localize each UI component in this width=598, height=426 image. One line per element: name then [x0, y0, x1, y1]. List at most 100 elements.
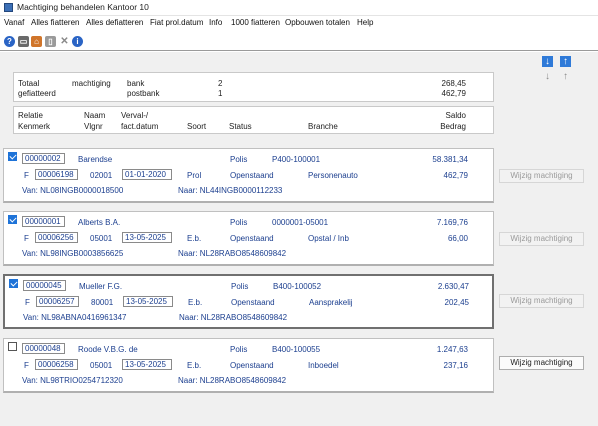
saldo-value: 58.381,34 [432, 155, 468, 164]
summary-bank-label: bank [127, 79, 145, 88]
bedrag-value: 202,45 [444, 298, 469, 307]
record-checkbox[interactable] [8, 152, 17, 161]
relatie-field[interactable]: 00000001 [22, 216, 65, 227]
summary-type: machtiging [72, 79, 111, 88]
record-card: 00000002 Barendse Polis P400-100001 58.3… [3, 148, 494, 203]
menu-help[interactable]: Help [357, 18, 373, 27]
menu-alles-fiatteren[interactable]: Alles fiatteren [31, 18, 79, 27]
window-title: Machtiging behandelen Kantoor 10 [17, 2, 149, 12]
menu-info[interactable]: Info [209, 18, 222, 27]
naam-text: Roode V.B.G. de [78, 345, 138, 354]
print-icon[interactable]: ▭ [18, 36, 29, 47]
naar-iban: Naar: NL28RABO8548609842 [179, 313, 288, 322]
van-iban: Van: NL98ABNA0416961347 [23, 313, 127, 322]
record-checkbox[interactable] [8, 342, 17, 351]
wijzig-machtiging-button[interactable]: Wijzig machtiging [499, 356, 584, 370]
polis-number: B400-100055 [272, 345, 321, 354]
branche-text: Personenauto [308, 171, 358, 180]
menu-1000-fiatteren[interactable]: 1000 fiatteren [231, 18, 280, 27]
naar-iban: Naar: NL28RABO8548609842 [178, 249, 287, 258]
record-card: 00000045 Mueller F.G. Polis B400-100052 … [3, 274, 494, 329]
summary-postbank-amount: 462,79 [441, 89, 466, 98]
bedrag-value: 237,16 [443, 361, 468, 370]
bedrag-value: 462,79 [443, 171, 468, 180]
kenmerk-prefix: F [25, 298, 30, 307]
record-card: 00000048 Roode V.B.G. de Polis B400-1000… [3, 338, 494, 393]
header-soort: Soort [187, 122, 207, 131]
header-status: Status [229, 122, 252, 131]
datum-field[interactable]: 01-01-2020 [122, 169, 172, 180]
kenmerk-field[interactable]: 00006256 [35, 232, 78, 243]
polis-label: Polis [230, 218, 248, 227]
branche-text: Opstal / Inb [308, 234, 349, 243]
wijzig-machtiging-button[interactable]: Wijzig machtiging [499, 169, 584, 183]
menu-bar: Vanaf Alles fiatteren Alles defiatteren … [0, 17, 598, 30]
record-checkbox[interactable] [9, 279, 18, 288]
kenmerk-field[interactable]: 00006257 [36, 296, 79, 307]
polis-label: Polis [230, 155, 248, 164]
kenmerk-field[interactable]: 00006198 [35, 169, 78, 180]
record-card: 00000001 Alberts B.A. Polis 0000001-0500… [3, 211, 494, 266]
relatie-field[interactable]: 00000002 [22, 153, 65, 164]
column-headers: Relatie Kenmerk Naam Vlgnr Verval-/ fact… [13, 106, 494, 134]
arrow-down-blue-icon[interactable]: ↓ [542, 56, 553, 67]
header-bedrag: Bedrag [440, 122, 466, 131]
wijzig-machtiging-button[interactable]: Wijzig machtiging [499, 232, 584, 246]
vlgnr-text: 05001 [90, 234, 113, 243]
bedrag-value: 66,00 [447, 234, 468, 243]
relatie-field[interactable]: 00000045 [23, 280, 66, 291]
relatie-field[interactable]: 00000048 [22, 343, 65, 354]
status-text: Openstaand [230, 234, 274, 243]
kenmerk-prefix: F [24, 171, 29, 180]
kenmerk-field[interactable]: 00006258 [35, 359, 78, 370]
arrow-up-gray-icon[interactable]: ↑ [560, 71, 571, 82]
menu-vanaf[interactable]: Vanaf [4, 18, 24, 27]
delete-icon[interactable]: ✕ [59, 36, 70, 47]
vlgnr-text: 80001 [91, 298, 114, 307]
saldo-value: 1.247,63 [436, 345, 468, 354]
title-bar: Machtiging behandelen Kantoor 10 [0, 0, 598, 16]
summary-bank-amount: 268,45 [441, 79, 466, 88]
naam-text: Alberts B.A. [78, 218, 121, 227]
datum-field[interactable]: 13-05-2025 [123, 296, 173, 307]
van-iban: Van: NL98TRIO0254712320 [22, 376, 123, 385]
info-icon[interactable]: i [72, 36, 83, 47]
naar-iban: Naar: NL44INGB0000112233 [178, 186, 283, 195]
vlgnr-text: 05001 [90, 361, 113, 370]
header-relatie: Relatie [18, 111, 43, 120]
header-branche: Branche [308, 122, 338, 131]
polis-number: B400-100052 [273, 282, 322, 291]
header-verval: Verval-/ [121, 111, 149, 120]
vlgnr-text: 02001 [90, 171, 113, 180]
branche-text: Aansprakelij [309, 298, 353, 307]
home-icon[interactable]: ⌂ [31, 36, 42, 47]
saldo-value: 2.630,47 [437, 282, 469, 291]
summary-postbank-label: postbank [127, 89, 160, 98]
polis-label: Polis [231, 282, 249, 291]
naar-iban: Naar: NL28RABO8548609842 [178, 376, 287, 385]
arrow-down-gray-icon[interactable]: ↓ [542, 71, 553, 82]
toolbar: ? ▭ ⌂ ▯ ✕ i [0, 33, 598, 51]
menu-alles-defiatteren[interactable]: Alles defiatteren [86, 18, 143, 27]
record-checkbox[interactable] [8, 215, 17, 224]
help-icon[interactable]: ? [4, 36, 15, 47]
branche-text: Inboedel [308, 361, 339, 370]
naam-text: Mueller F.G. [79, 282, 123, 291]
naam-text: Barendse [78, 155, 113, 164]
document-icon[interactable]: ▯ [45, 36, 56, 47]
header-vlgnr: Vlgnr [84, 122, 103, 131]
summary-totals: Totaal machtiging bank 2 268,45 gefiatte… [13, 72, 494, 102]
datum-field[interactable]: 13-05-2025 [122, 359, 172, 370]
arrow-up-blue-icon[interactable]: ↑ [560, 56, 571, 67]
menu-fiat-prol-datum[interactable]: Fiat prol.datum [150, 18, 203, 27]
polis-label: Polis [230, 345, 248, 354]
wijzig-machtiging-button[interactable]: Wijzig machtiging [499, 294, 584, 308]
header-naam: Naam [84, 111, 106, 120]
datum-field[interactable]: 13-05-2025 [122, 232, 172, 243]
summary-bank-count: 2 [218, 79, 223, 88]
saldo-value: 7.169,76 [436, 218, 468, 227]
menu-opbouwen-totalen[interactable]: Opbouwen totalen [285, 18, 350, 27]
kenmerk-prefix: F [24, 361, 29, 370]
summary-label-1: Totaal [18, 79, 40, 88]
polis-number: 0000001-05001 [272, 218, 329, 227]
